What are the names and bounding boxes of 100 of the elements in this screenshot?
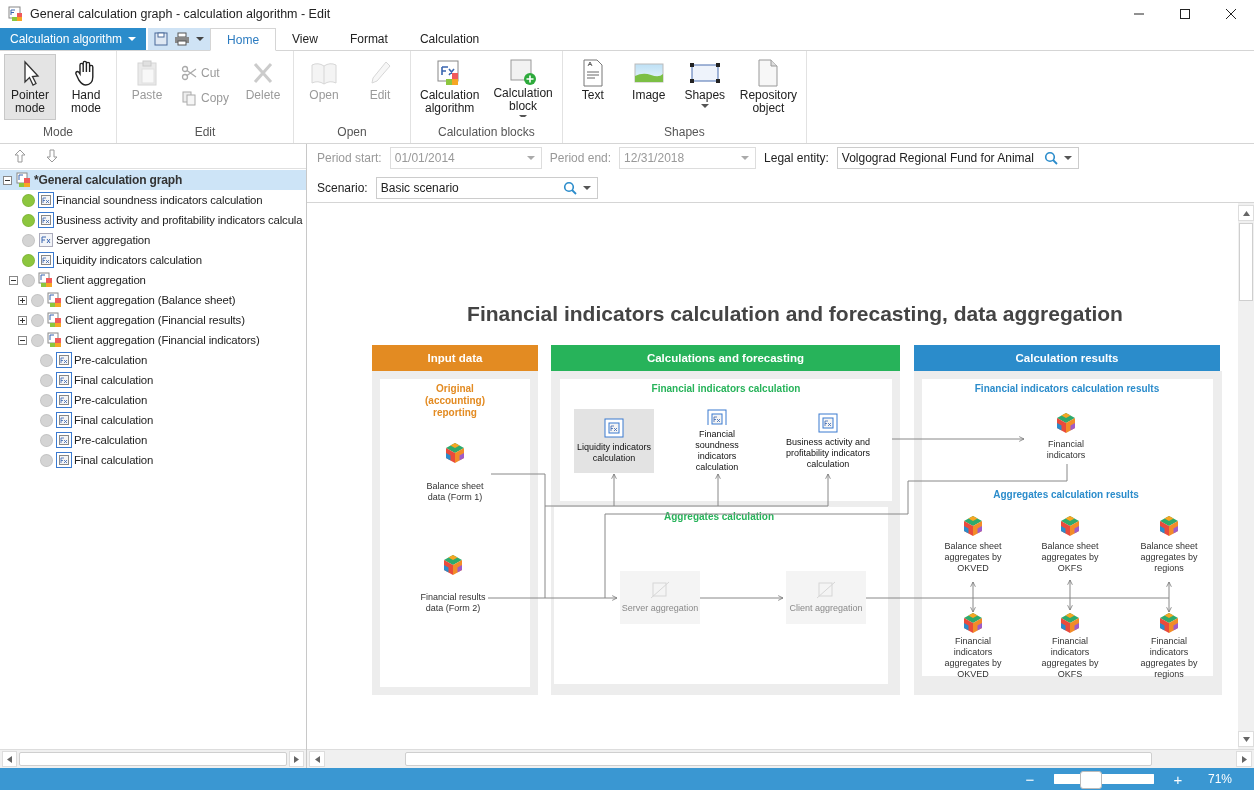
scroll-down-icon[interactable]: [1238, 731, 1254, 747]
tree-item[interactable]: Client aggregation (Financial indicators): [0, 330, 306, 350]
group-label: Edit: [194, 125, 216, 141]
arrow-down-icon[interactable]: [46, 149, 58, 163]
input-field[interactable]: Basic scenario: [375, 177, 598, 199]
ribbon-tab[interactable]: View: [276, 28, 334, 50]
tree-item[interactable]: *General calculation graph: [0, 170, 306, 190]
arrow-up-icon[interactable]: [14, 149, 26, 163]
caret-icon[interactable]: [196, 36, 205, 42]
tree-item[interactable]: Pre-calculation: [0, 430, 306, 450]
section-title: Financial indicators calculation results: [973, 383, 1161, 395]
tree-item[interactable]: Server aggregation: [0, 230, 306, 250]
multicolor-block-icon: [38, 272, 54, 288]
section-title: Aggregates calculation results: [992, 489, 1140, 501]
formula-block-icon: [56, 432, 72, 448]
tree-item[interactable]: Financial soundness indicators calculation: [0, 190, 306, 210]
panel-header: Calculation results: [914, 345, 1220, 371]
tree-item[interactable]: Client aggregation (Balance sheet): [0, 290, 306, 310]
save-icon[interactable]: [154, 32, 169, 46]
caret-icon[interactable]: [582, 185, 591, 191]
node-label: Financial indicators aggregates by OKFS: [1040, 636, 1100, 680]
scroll-right-icon[interactable]: [1236, 751, 1252, 767]
horizontal-scrollbar[interactable]: [307, 749, 1254, 768]
calculation-block[interactable]: Liquidity indicators calculation: [574, 409, 654, 473]
scroll-thumb[interactable]: [1239, 223, 1253, 301]
vertical-scrollbar[interactable]: [1238, 203, 1254, 749]
app-icon: [8, 6, 24, 22]
slider-thumb[interactable]: [1080, 771, 1103, 789]
cube-icon: [445, 442, 465, 464]
ribbon-button[interactable]: Text: [566, 54, 619, 120]
cube-icon: [443, 554, 463, 576]
maximize-icon: [1179, 8, 1191, 20]
panel-header: Input data: [372, 345, 538, 371]
cube-icon: [1060, 612, 1080, 634]
node-label: Balance sheet data (Form 1): [425, 481, 485, 503]
formula-block-icon: [707, 409, 727, 425]
multicolor-block-icon: [47, 292, 63, 308]
search-icon[interactable]: [562, 181, 577, 195]
tree-item[interactable]: Liquidity indicators calculation: [0, 250, 306, 270]
tree-item[interactable]: Business activity and profitability indicators calcula: [0, 210, 306, 230]
tree-item[interactable]: Final calculation: [0, 370, 306, 390]
ribbon-button[interactable]: Repository object: [734, 54, 803, 120]
scroll-thumb[interactable]: [405, 752, 1152, 766]
tree-item[interactable]: Pre-calculation: [0, 390, 306, 410]
formula-icon: [38, 232, 54, 248]
tree-item[interactable]: Final calculation: [0, 450, 306, 470]
zoom-slider[interactable]: [1054, 770, 1154, 788]
panel-header: Calculations and forecasting: [551, 345, 900, 371]
scroll-left-icon[interactable]: [2, 751, 18, 767]
cube-icon: [1159, 515, 1179, 537]
expander-icon[interactable]: [18, 335, 27, 345]
scroll-left-icon[interactable]: [309, 751, 325, 767]
tree-item[interactable]: Final calculation: [0, 410, 306, 430]
ribbon-tab[interactable]: Home: [210, 28, 277, 51]
ribbon-tab[interactable]: Calculation: [403, 28, 496, 50]
formula-block-icon: [818, 412, 838, 433]
close-icon: [1225, 8, 1237, 20]
ribbon-button[interactable]: Calculation block: [488, 54, 558, 120]
app-menu-button[interactable]: Calculation algorithm: [0, 28, 147, 50]
ribbon-button[interactable]: Image: [622, 54, 675, 120]
field-label: Period start:: [317, 151, 382, 165]
print-icon[interactable]: [174, 32, 191, 46]
ribbon-button[interactable]: Hand mode: [60, 54, 112, 120]
tree-item[interactable]: Client aggregation (Financial results): [0, 310, 306, 330]
expander-icon[interactable]: [3, 175, 12, 185]
group-label: Shapes: [664, 125, 705, 141]
formula-block-icon: [56, 372, 72, 388]
node-label: Financial indicators: [1045, 439, 1087, 461]
tree-item[interactable]: Pre-calculation: [0, 350, 306, 370]
ribbon-button[interactable]: Shapes: [678, 54, 731, 120]
formula-block-icon: [38, 212, 54, 228]
tree-item[interactable]: Client aggregation: [0, 270, 306, 290]
cube-icon: [1060, 515, 1080, 537]
formula-block-icon: [56, 392, 72, 408]
node-label: Financial results data (Form 2): [419, 592, 487, 614]
scroll-thumb[interactable]: [19, 752, 287, 766]
expander-icon[interactable]: [9, 275, 18, 285]
caret-icon[interactable]: [1063, 155, 1072, 161]
group-label: Open: [337, 125, 367, 141]
disabled-block-icon: [816, 581, 836, 599]
ribbon-tab[interactable]: Format: [333, 28, 404, 50]
scroll-right-icon[interactable]: [288, 751, 304, 767]
field-label: Period end:: [549, 151, 612, 165]
field-label: Scenario:: [317, 181, 368, 195]
window-title: General calculation graph - calculation algorithm - Edit: [30, 7, 331, 21]
double-arrow: [970, 581, 976, 613]
formula-block-icon: [38, 192, 54, 208]
node-label: Financial indicators aggregates by OKVED: [943, 636, 1003, 680]
node-label: Balance sheet aggregates by OKFS: [1040, 541, 1100, 574]
horizontal-scrollbar[interactable]: [0, 749, 306, 768]
calculation-block[interactable]: Financial soundness indicators calculation: [677, 409, 757, 473]
expander-icon[interactable]: [18, 315, 27, 325]
ribbon-button[interactable]: Calculation algorithm: [415, 54, 485, 120]
expander-icon[interactable]: [18, 295, 27, 305]
formula-block-icon: [56, 412, 72, 428]
calculation-block[interactable]: Business activity and profitability indicators calculation: [783, 409, 873, 473]
ribbon-button[interactable]: Pointer mode: [4, 54, 56, 120]
search-icon[interactable]: [1043, 151, 1058, 165]
scroll-up-icon[interactable]: [1238, 205, 1254, 221]
input-field[interactable]: Volgograd Regional Fund for Animal: [836, 147, 1079, 169]
